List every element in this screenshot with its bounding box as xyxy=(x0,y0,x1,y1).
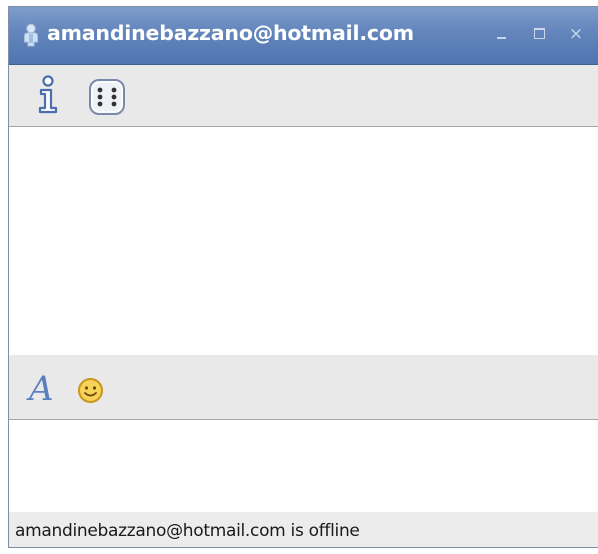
format-toolbar: A xyxy=(9,355,598,418)
contact-person-icon xyxy=(22,23,40,47)
dice-icon[interactable] xyxy=(87,77,127,117)
close-button[interactable]: × xyxy=(565,21,587,47)
window-title: amandinebazzano@hotmail.com xyxy=(47,21,414,45)
status-bar: amandinebazzano@hotmail.com is offline xyxy=(9,512,598,547)
message-history[interactable] xyxy=(9,126,598,356)
maximize-icon xyxy=(534,28,545,39)
font-icon[interactable]: A xyxy=(29,369,54,409)
chat-window: amandinebazzano@hotmail.com × A amandine… xyxy=(8,6,598,548)
info-icon[interactable] xyxy=(35,75,61,115)
message-input[interactable] xyxy=(9,419,598,513)
top-toolbar xyxy=(9,65,598,125)
minimize-button[interactable] xyxy=(491,21,513,47)
title-bar[interactable]: amandinebazzano@hotmail.com × xyxy=(9,7,598,65)
minimize-icon xyxy=(497,37,506,39)
maximize-button[interactable] xyxy=(529,21,551,47)
status-text: amandinebazzano@hotmail.com is offline xyxy=(15,521,360,541)
smiley-icon[interactable] xyxy=(77,377,104,404)
